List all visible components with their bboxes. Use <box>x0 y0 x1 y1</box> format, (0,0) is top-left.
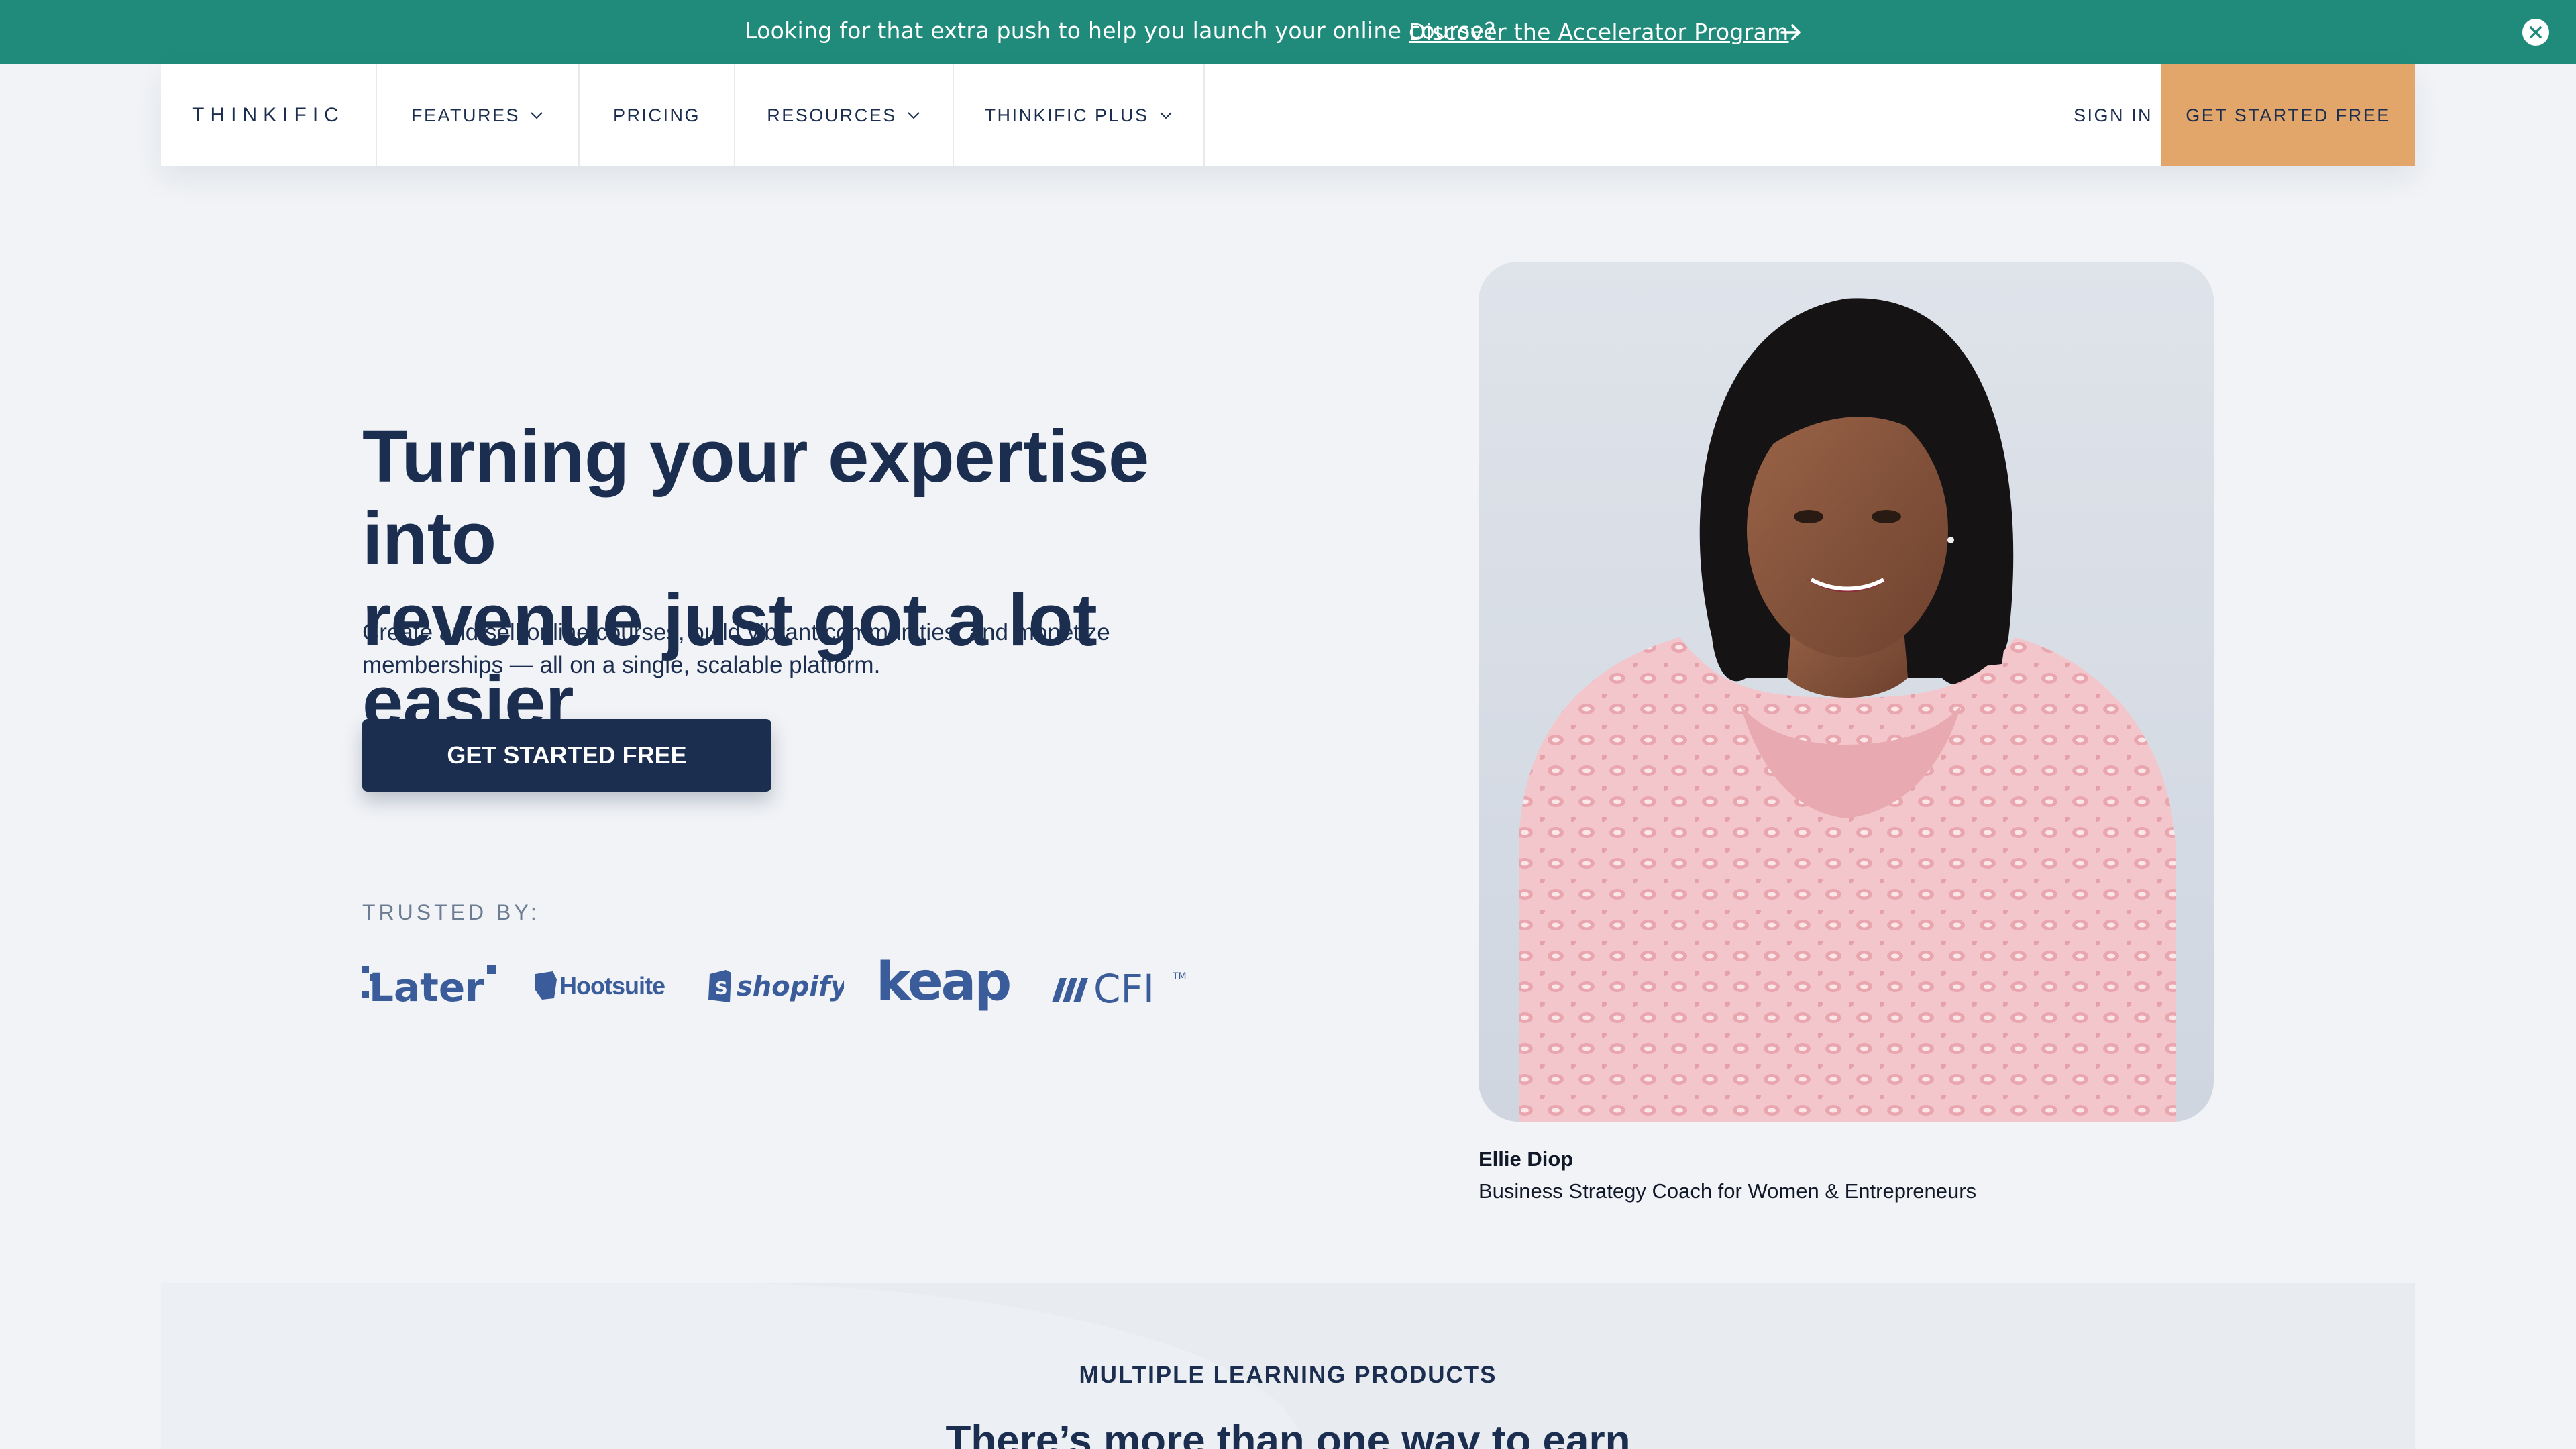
shopify-logo-text: shopify <box>737 971 844 1002</box>
nav-item-features[interactable]: FEATURES <box>376 64 578 166</box>
arrow-right-icon[interactable] <box>1778 19 1805 46</box>
hero-title: Turning your expertise into revenue just… <box>362 416 1301 743</box>
announcement-bar: Looking for that extra push to help you … <box>0 0 2576 64</box>
chevron-down-icon <box>908 112 920 119</box>
thinkific-logo[interactable]: THINKIFIC <box>161 64 376 166</box>
hero-subtitle-line-2: memberships — all on a single, scalable … <box>362 652 881 678</box>
svg-text:TM: TM <box>1172 971 1187 982</box>
svg-text:S: S <box>715 979 728 999</box>
hero-subtitle-line-1: Create and sell online courses, build vi… <box>362 619 1110 645</box>
later-logo-text: Later <box>369 965 484 1010</box>
nav-item-label: RESOURCES <box>767 105 897 125</box>
cfi-logo-text: CFI <box>1093 966 1155 1012</box>
nav-item-thinkific-plus[interactable]: THINKIFIC PLUS <box>953 64 1205 166</box>
testimonial-photo <box>1479 262 2214 1122</box>
testimonial-name: Ellie Diop <box>1479 1147 1574 1171</box>
main-nav: THINKIFIC FEATURES PRICING RESOURCES THI… <box>161 64 2415 166</box>
nav-item-resources[interactable]: RESOURCES <box>734 64 953 166</box>
hero-subtitle: Create and sell online courses, build vi… <box>362 616 1234 682</box>
trusted-by-label: TRUSTED BY: <box>362 900 540 924</box>
learning-products-section: MULTIPLE LEARNING PRODUCTS There’s more … <box>161 1283 2415 1449</box>
hootsuite-logo-text: Hootsuite <box>559 972 665 1000</box>
section-heading: There’s more than one way to earn <box>945 1417 1631 1449</box>
keap-logo-text: keap <box>876 953 1010 1012</box>
nav-item-label: THINKIFIC PLUS <box>984 105 1149 125</box>
later-logo: Later <box>362 953 499 1020</box>
accelerator-program-link[interactable]: Discover the Accelerator Program <box>1409 19 1789 45</box>
chevron-down-icon <box>1159 112 1172 119</box>
nav-get-started-button[interactable]: GET STARTED FREE <box>2161 64 2415 166</box>
testimonial-role: Business Strategy Coach for Women & Entr… <box>1479 1179 1977 1203</box>
hero-title-line-1: Turning your expertise into <box>362 415 1149 580</box>
shopify-logo: S shopify <box>706 953 844 1020</box>
announcement-message: Looking for that extra push to help you … <box>745 17 1496 44</box>
nav-item-label: PRICING <box>612 105 700 125</box>
chevron-down-icon <box>531 112 543 119</box>
close-icon[interactable] <box>2522 19 2549 46</box>
keap-logo: keap <box>876 953 1017 1020</box>
hootsuite-logo: Hootsuite <box>533 953 674 1020</box>
section-eyebrow: MULTIPLE LEARNING PRODUCTS <box>1079 1362 1497 1388</box>
nav-item-pricing[interactable]: PRICING <box>578 64 734 166</box>
nav-item-label: FEATURES <box>411 105 520 125</box>
coach-portrait <box>1479 262 2214 1122</box>
trusted-logos: Later Hootsuite S shopify keap CFI TM <box>362 953 1194 1020</box>
cfi-logo: CFI TM <box>1049 953 1194 1020</box>
hero-get-started-button[interactable]: GET STARTED FREE <box>362 719 771 792</box>
